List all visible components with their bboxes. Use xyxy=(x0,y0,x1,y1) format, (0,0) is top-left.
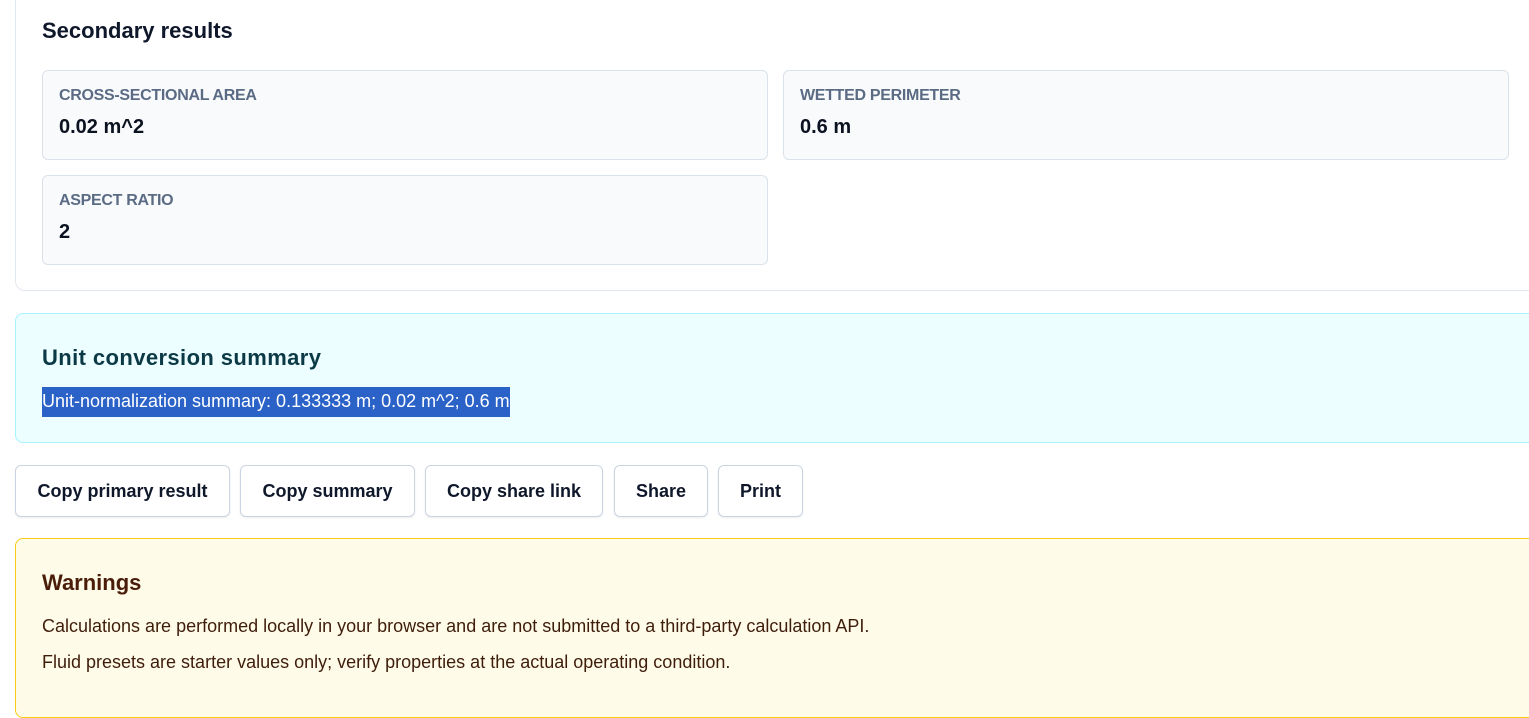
metric-value: 2 xyxy=(59,221,71,243)
metric-label: ASPECT RATIO xyxy=(59,192,174,209)
copy-share-link-button[interactable]: Copy share link xyxy=(425,465,603,517)
metric-card-cross-sectional-area: CROSS-SECTIONAL AREA 0.02 m^2 xyxy=(42,70,768,160)
metric-card-aspect-ratio: ASPECT RATIO 2 xyxy=(42,175,768,265)
share-button[interactable]: Share xyxy=(614,465,708,517)
metric-value: 0.6 m xyxy=(800,116,852,138)
copy-summary-button[interactable]: Copy summary xyxy=(240,465,415,517)
metric-card-wetted-perimeter: WETTED PERIMETER 0.6 m xyxy=(783,70,1509,160)
metric-label: CROSS-SECTIONAL AREA xyxy=(59,87,257,104)
metric-value: 0.02 m^2 xyxy=(59,116,145,138)
unit-normalization-summary[interactable]: Unit-normalization summary: 0.133333 m; … xyxy=(42,387,510,417)
warning-item: Calculations are performed locally in yo… xyxy=(42,616,870,636)
warning-item: Fluid presets are starter values only; v… xyxy=(42,652,731,672)
unit-conversion-title: Unit conversion summary xyxy=(42,345,322,370)
metric-label: WETTED PERIMETER xyxy=(800,87,961,104)
unit-conversion-panel xyxy=(15,313,1529,443)
print-button[interactable]: Print xyxy=(718,465,803,517)
warnings-title: Warnings xyxy=(42,570,142,595)
copy-primary-result-button[interactable]: Copy primary result xyxy=(15,465,230,517)
secondary-results-title: Secondary results xyxy=(42,18,233,43)
